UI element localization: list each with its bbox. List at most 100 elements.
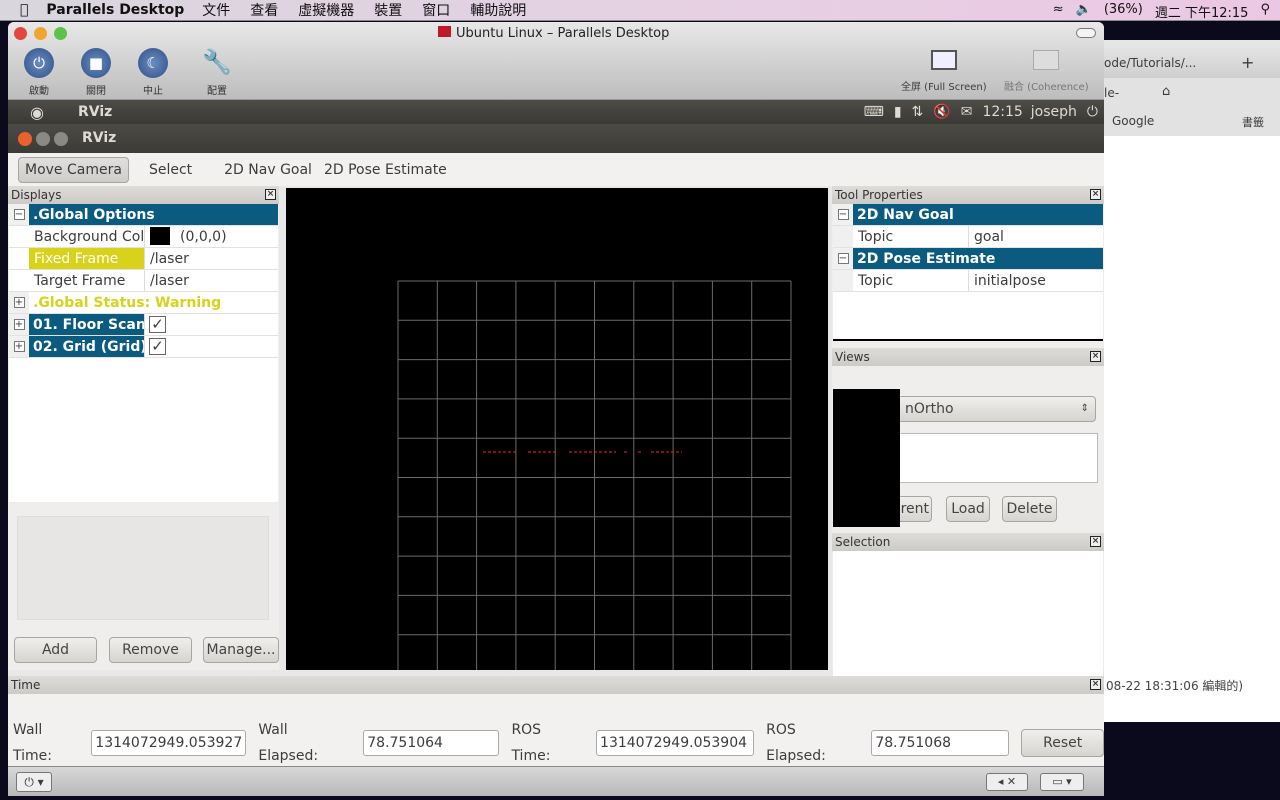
load-button[interactable]: Load: [946, 496, 990, 522]
selection-panel: Selection ×: [832, 533, 1104, 688]
ros-elapsed-field[interactable]: 78.751068: [871, 730, 1010, 756]
panel-app-name: RViz: [77, 104, 113, 120]
menu-window[interactable]: 窗口: [422, 0, 450, 20]
background-browser: ode/Tutorials/... + le- ⌂ Google 書籤 08-2…: [1104, 40, 1280, 722]
tool-2d-nav-goal[interactable]: 2D Nav Goal: [218, 158, 318, 182]
tree-row-grid[interactable]: +02. Grid (Grid) ✓: [9, 336, 278, 358]
session-power-icon[interactable]: ⏻: [1087, 104, 1098, 120]
tool-prop-topic[interactable]: Topic goal: [833, 226, 1103, 248]
tree-row-fixed-frame[interactable]: Fixed Frame/laser: [9, 248, 278, 270]
expand-icon: +: [13, 297, 25, 308]
battery-icon[interactable]: ▮: [894, 104, 902, 120]
tool-move-camera[interactable]: Move Camera: [18, 156, 129, 183]
start-button[interactable]: ⏻ 啟動: [14, 48, 64, 97]
ros-time-field[interactable]: 1314072949.053904: [596, 730, 755, 756]
rviz-maximize-button[interactable]: [54, 132, 68, 146]
rviz-minimize-button[interactable]: [36, 132, 50, 146]
display-help-area: [17, 516, 269, 620]
zoom-button[interactable]: [54, 27, 67, 40]
volume-icon[interactable]: 🔈: [1076, 2, 1092, 21]
manage-button[interactable]: Manage...: [203, 637, 279, 663]
menu-view[interactable]: 查看: [250, 0, 278, 20]
enable-checkbox[interactable]: ✓: [149, 316, 166, 333]
home-icon[interactable]: ⌂: [1162, 84, 1170, 99]
reset-button[interactable]: Reset: [1021, 729, 1104, 757]
coherence-icon: [1033, 50, 1060, 70]
wall-time-label: Wall Time:: [13, 722, 52, 764]
devices-button[interactable]: ◂ ✕: [986, 773, 1028, 791]
suspend-button[interactable]: ☾ 中止: [128, 48, 178, 97]
menu-app[interactable]: Parallels Desktop: [46, 2, 184, 18]
delete-button[interactable]: Delete: [1002, 496, 1057, 522]
wall-elapsed-field[interactable]: 78.751064: [363, 730, 500, 756]
network-icon[interactable]: ⇅: [912, 104, 924, 120]
power-menu-button[interactable]: ⏻ ▾: [16, 772, 52, 792]
battery-percent[interactable]: (36%): [1104, 2, 1143, 21]
menu-devices[interactable]: 裝置: [374, 0, 402, 20]
moon-icon: ☾: [138, 48, 168, 78]
close-button[interactable]: [14, 27, 27, 40]
tree-row-floor-scan[interactable]: +01. Floor Scan (✓: [9, 314, 278, 336]
close-panel-icon[interactable]: ×: [1090, 351, 1101, 362]
collapse-icon: −: [837, 253, 849, 264]
menu-help[interactable]: 輔助說明: [470, 0, 526, 20]
remove-button[interactable]: Remove: [109, 637, 192, 663]
redaction-block: [833, 389, 900, 527]
grid-display: [397, 280, 792, 675]
enable-checkbox[interactable]: ✓: [149, 338, 166, 355]
selection-header: Selection ×: [832, 533, 1104, 551]
spotlight-icon[interactable]: ⚲: [1260, 2, 1270, 21]
bookmark-google[interactable]: Google: [1112, 114, 1154, 128]
mail-icon[interactable]: ✉: [961, 104, 973, 120]
ubuntu-logo-icon[interactable]: ◉: [30, 103, 44, 122]
add-button[interactable]: Add: [14, 637, 97, 663]
browser-toolbar: le- ⌂ Google 書籤: [1104, 78, 1280, 136]
wrench-icon: 🔧: [202, 48, 232, 76]
tree-row-target-frame[interactable]: Target Frame/laser: [9, 270, 278, 292]
close-panel-icon[interactable]: ×: [1090, 536, 1101, 547]
tool-select[interactable]: Select: [143, 158, 198, 182]
page-text: 08-22 18:31:06 編輯的): [1106, 679, 1244, 693]
displays-header: Displays ×: [8, 186, 279, 204]
new-tab-button[interactable]: +: [1241, 53, 1254, 72]
search-box[interactable]: le-: [1104, 86, 1119, 100]
time-header: Time ×: [8, 676, 1104, 694]
tool-properties-tree: −2D Nav Goal Topic goal −2D Pose Estimate…: [833, 204, 1103, 341]
user-menu[interactable]: joseph: [1031, 104, 1077, 120]
fullscreen-icon: [930, 50, 957, 70]
minimize-button[interactable]: [34, 27, 47, 40]
toolbar-toggle[interactable]: [1076, 28, 1096, 38]
close-panel-icon[interactable]: ×: [1090, 679, 1101, 690]
keyboard-icon[interactable]: ⌨: [864, 104, 884, 120]
menu-file[interactable]: 文件: [202, 0, 230, 20]
wifi-icon[interactable]: ≈: [1053, 2, 1064, 21]
wall-time-field[interactable]: 1314072949.053927: [91, 730, 247, 756]
view-mode-button[interactable]: ▭ ▾: [1040, 773, 1084, 791]
fullscreen-button[interactable]: 全屏 (Full Screen): [901, 50, 987, 93]
bookmarks-menu[interactable]: 書籤: [1242, 114, 1264, 130]
parallels-titlebar: Ubuntu Linux – Parallels Desktop ⏻ 啟動 ■ 關閉…: [8, 22, 1104, 100]
tool-group-pose-estimate[interactable]: −2D Pose Estimate: [833, 248, 1103, 270]
mute-icon[interactable]: 🔇: [933, 104, 950, 120]
displays-tree: − .Global Options Background Colo (0,0,0) …: [9, 204, 278, 502]
clock[interactable]: 週二 下午12:15: [1155, 2, 1249, 21]
tree-row-background-color[interactable]: Background Colo (0,0,0): [9, 226, 278, 248]
shutdown-button[interactable]: ■ 關閉: [71, 48, 121, 97]
panel-clock[interactable]: 12:15: [982, 104, 1022, 120]
apple-icon[interactable]: : [20, 2, 28, 18]
tool-group-nav-goal[interactable]: −2D Nav Goal: [833, 204, 1103, 226]
configure-button[interactable]: 🔧 配置: [192, 48, 242, 97]
ubuntu-panel: ◉ RViz ⌨ ▮ ⇅ 🔇 ✉ 12:15 joseph ⏻: [8, 100, 1104, 124]
displays-panel: Displays × − .Global Options Background Co…: [8, 186, 279, 670]
tree-row-global-options[interactable]: − .Global Options: [9, 204, 278, 226]
tree-row-global-status[interactable]: + .Global Status: Warning: [9, 292, 278, 314]
tool-2d-pose-estimate[interactable]: 2D Pose Estimate: [318, 158, 453, 182]
browser-tab[interactable]: ode/Tutorials/...: [1104, 56, 1196, 70]
close-panel-icon[interactable]: ×: [1090, 189, 1101, 200]
close-panel-icon[interactable]: ×: [265, 189, 276, 200]
tool-prop-topic[interactable]: Topic initialpose: [833, 270, 1103, 292]
menu-vm[interactable]: 虛擬機器: [298, 0, 354, 20]
render-view[interactable]: [286, 188, 828, 675]
coherence-button[interactable]: 融合 (Coherence): [1004, 50, 1089, 93]
rviz-close-button[interactable]: [18, 132, 32, 146]
